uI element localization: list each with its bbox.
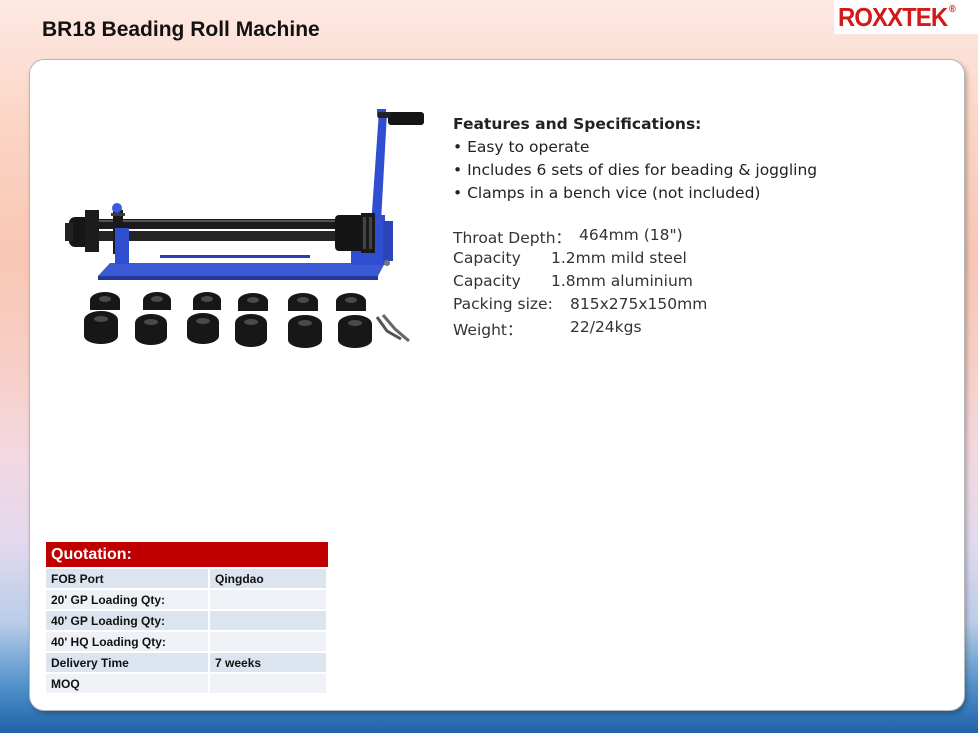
feature-item: • Includes 6 sets of dies for beading & … xyxy=(453,161,818,179)
quote-value xyxy=(210,590,328,609)
quote-value xyxy=(210,611,328,630)
page-title: BR18 Beading Roll Machine xyxy=(42,18,320,41)
spec-value: 22/24kgs xyxy=(570,318,642,336)
table-row: 40' HQ Loading Qty: xyxy=(46,632,328,651)
spec-label: Capacity xyxy=(453,249,521,267)
features-list: Features and Specifications: • Easy to o… xyxy=(453,113,817,205)
quote-value xyxy=(210,632,328,651)
quote-value: 7 weeks xyxy=(210,653,328,672)
feature-item: • Easy to operate xyxy=(453,138,590,156)
quote-label: Delivery Time xyxy=(46,653,210,672)
quote-value xyxy=(210,674,328,693)
table-row: Delivery Time 7 weeks xyxy=(46,653,328,672)
quote-label: 40' GP Loading Qty: xyxy=(46,611,210,630)
spec-label: Throat Depth： xyxy=(453,229,572,247)
brand-logo: ROXXTEK ® xyxy=(834,0,978,34)
table-row: FOB Port Qingdao xyxy=(46,569,328,588)
logo-text: ROXXTEK xyxy=(838,2,948,32)
quote-value: Qingdao xyxy=(210,569,328,588)
features-heading: Features and Specifications: xyxy=(453,115,702,133)
table-row: MOQ xyxy=(46,674,328,693)
quote-label: 20' GP Loading Qty: xyxy=(46,590,210,609)
feature-item: • Clamps in a bench vice (not included) xyxy=(453,184,761,202)
spec-label: Capacity xyxy=(453,272,521,290)
registered-mark: ® xyxy=(949,4,956,15)
quote-label: MOQ xyxy=(46,674,210,693)
spec-label: Weight： xyxy=(453,321,523,339)
table-row: 40' GP Loading Qty: xyxy=(46,611,328,630)
quotation-heading: Quotation: xyxy=(46,542,328,567)
spec-value: 1.8mm aluminium xyxy=(551,272,693,290)
spec-value: 464mm (18") xyxy=(579,226,683,244)
quote-label: 40' HQ Loading Qty: xyxy=(46,632,210,651)
quote-label: FOB Port xyxy=(46,569,210,588)
content-panel: Features and Specifications: • Easy to o… xyxy=(30,60,964,710)
spec-value: 815x275x150mm xyxy=(570,295,708,313)
product-image xyxy=(65,109,424,348)
table-row: 20' GP Loading Qty: xyxy=(46,590,328,609)
quotation-table: Quotation: FOB Port Qingdao 20' GP Loadi… xyxy=(46,542,328,695)
spec-value: 1.2mm mild steel xyxy=(551,249,687,267)
spec-label: Packing size: xyxy=(453,295,553,313)
